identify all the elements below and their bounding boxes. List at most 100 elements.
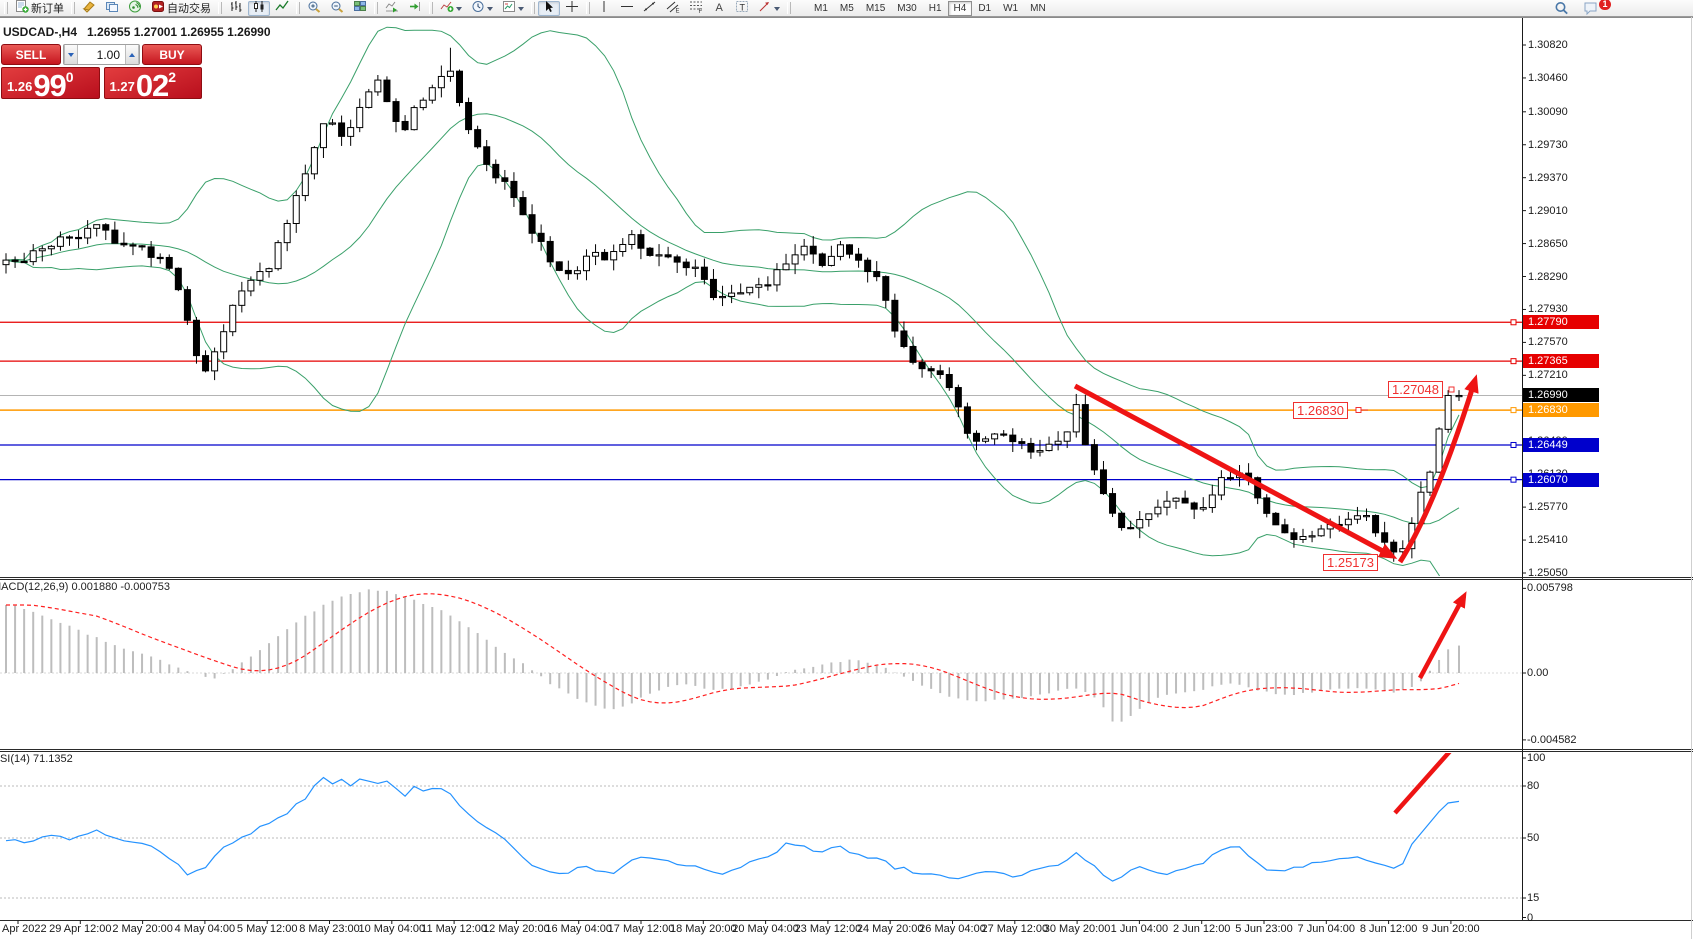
candle-body (1456, 395, 1462, 396)
window-icon (105, 0, 119, 16)
line-anchor-handle[interactable] (1511, 477, 1516, 482)
sell-price-big: 99 (33, 73, 65, 98)
line-anchor-handle[interactable] (1511, 359, 1516, 364)
timeframe-mn-button[interactable]: MN (1024, 1, 1052, 16)
candle-body (1364, 516, 1370, 517)
annotation-handle[interactable] (1449, 387, 1454, 392)
annotation-swing-low[interactable]: 1.25173 (1323, 554, 1378, 571)
candle-body (438, 76, 444, 87)
volume-value[interactable]: 1.00 (78, 45, 125, 64)
timeframe-d1-button[interactable]: D1 (972, 1, 997, 16)
tile-windows-button[interactable] (349, 1, 371, 16)
candle-body (1055, 441, 1061, 444)
search-button[interactable] (1550, 1, 1573, 16)
candle-body (1264, 498, 1270, 513)
level-price-tag: 1.27365 (1523, 354, 1599, 368)
auto-trading-button[interactable]: 自动交易 (147, 1, 215, 16)
trendline-button[interactable] (639, 1, 661, 16)
crosshair-button[interactable] (561, 1, 583, 16)
main-pane[interactable] (0, 27, 1522, 601)
timeframe-m15-button[interactable]: M15 (860, 1, 891, 16)
sell-price-display[interactable]: 1.26 99 0 (1, 67, 100, 99)
periods-button[interactable] (467, 1, 497, 16)
candle-body (1155, 507, 1161, 514)
zoom-in-button[interactable] (303, 1, 325, 16)
line-anchor-handle[interactable] (1511, 442, 1516, 447)
buy-price-display[interactable]: 1.27 02 2 (104, 67, 203, 99)
candle-body (674, 257, 680, 262)
chart-canvas[interactable] (0, 0, 1693, 939)
zoom-out-button[interactable] (326, 1, 348, 16)
market-watch-button[interactable] (101, 1, 123, 16)
volume-stepper: 1.00 (63, 44, 140, 65)
pane-splitter-macd[interactable] (0, 575, 1693, 581)
rsi-pane[interactable] (0, 740, 1522, 898)
fibonacci-button[interactable]: F (685, 1, 707, 16)
vertical-line-button[interactable] (593, 1, 615, 16)
toolbar-grip[interactable] (218, 2, 222, 14)
timeframe-h4-button[interactable]: H4 (948, 1, 973, 16)
price-tick-label: 1.28650 (1528, 238, 1568, 250)
templates-button[interactable] (498, 1, 528, 16)
level-price-tag: 1.26070 (1523, 473, 1599, 487)
price-tick-label: 1.30820 (1528, 39, 1568, 51)
arrows-button[interactable] (754, 1, 784, 16)
label-button[interactable]: T (731, 1, 753, 16)
trend-arrow-up[interactable] (1420, 596, 1464, 678)
toolbar-grip[interactable] (71, 2, 75, 14)
timeframe-m5-button[interactable]: M5 (834, 1, 860, 16)
timeframe-w1-button[interactable]: W1 (997, 1, 1024, 16)
macd-pane[interactable] (0, 589, 1522, 721)
sell-price-small: 1.26 (7, 79, 32, 94)
new-order-icon (15, 0, 29, 16)
timeframe-m1-button[interactable]: M1 (808, 1, 834, 16)
line-chart-button[interactable] (271, 1, 293, 16)
toolbar-grip[interactable] (531, 2, 535, 14)
toolbar-grip[interactable] (296, 2, 300, 14)
candle-body (602, 252, 608, 259)
annotation-handle[interactable] (1356, 408, 1361, 413)
candle-body (484, 147, 490, 165)
chevron-down-icon (487, 7, 493, 14)
toolbar-grip[interactable] (4, 2, 8, 14)
toolbar-grip[interactable] (374, 2, 378, 14)
toolbar-grip[interactable] (787, 2, 791, 14)
annotation-recent-high[interactable]: 1.27048 (1388, 381, 1443, 398)
indicators-button[interactable] (436, 1, 466, 16)
candle-body (193, 320, 199, 355)
auto-scroll-button[interactable] (381, 1, 403, 16)
volume-increase-button[interactable] (125, 45, 139, 64)
line-anchor-handle[interactable] (1511, 408, 1516, 413)
new-order-button[interactable]: 新订单 (11, 1, 68, 16)
pane-splitter-rsi[interactable] (0, 747, 1693, 753)
chart-shift-button[interactable] (404, 1, 426, 16)
candlestick-chart-button[interactable] (248, 1, 270, 16)
candle-body (311, 148, 317, 174)
notification-badge: 1 (1599, 0, 1611, 10)
toolbar-grip[interactable] (429, 2, 433, 14)
candle-body (955, 388, 961, 407)
line-anchor-handle[interactable] (1511, 320, 1516, 325)
notifications-button[interactable]: 1 (1579, 1, 1603, 16)
sell-button[interactable]: SELL (1, 44, 61, 65)
buy-button[interactable]: BUY (142, 44, 202, 65)
volume-decrease-button[interactable] (64, 45, 78, 64)
candle-body (511, 181, 517, 197)
metaeditor-button[interactable] (78, 1, 100, 16)
timeframe-m30-button[interactable]: M30 (891, 1, 922, 16)
cursor-button[interactable] (538, 1, 560, 16)
timeframe-h1-button[interactable]: H1 (923, 1, 948, 16)
bar-chart-button[interactable] (225, 1, 247, 16)
candle-body (1146, 514, 1152, 520)
annotation-orange-level[interactable]: 1.26830 (1293, 402, 1348, 419)
channel-button[interactable]: E (662, 1, 684, 16)
candle-body (620, 244, 626, 251)
auto-scroll-icon (385, 0, 399, 16)
candle-body (402, 121, 408, 129)
text-button[interactable]: A (708, 1, 730, 16)
signals-button[interactable] (124, 1, 146, 16)
candle-body (892, 300, 898, 331)
candle-body (1282, 525, 1288, 533)
horizontal-line-button[interactable] (616, 1, 638, 16)
toolbar-grip[interactable] (586, 2, 590, 14)
